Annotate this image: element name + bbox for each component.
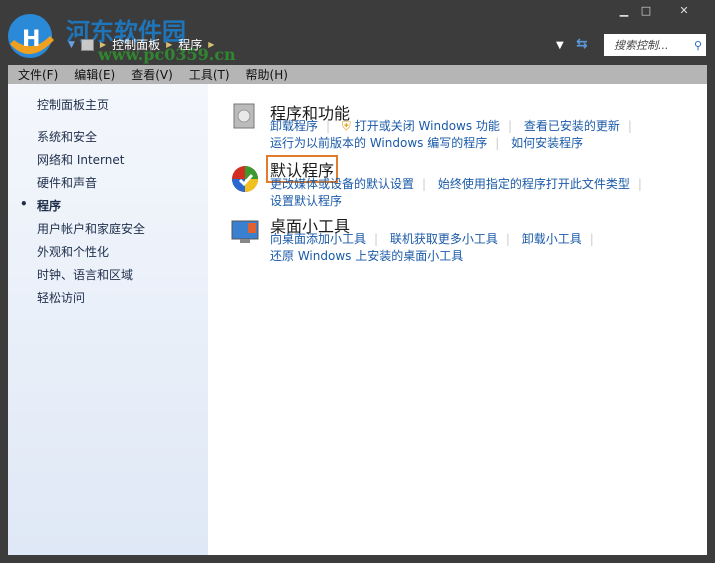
- sidebar-item-appearance[interactable]: 外观和个性化: [37, 243, 109, 260]
- recent-pages-icon[interactable]: ▼: [68, 40, 75, 50]
- link-installed-updates[interactable]: 查看已安装的更新: [524, 119, 620, 133]
- sidebar-item-hardware[interactable]: 硬件和声音: [37, 174, 97, 191]
- gadgets-icon: [231, 220, 259, 243]
- minimize-button[interactable]: ▁: [614, 4, 634, 17]
- menu-file[interactable]: 文件(F): [18, 66, 58, 83]
- main-content: 程序和功能 卸载程序 | ⛨ 打开或关闭 Windows 功能 | 查看已安装的更新…: [208, 84, 707, 555]
- programs-features-icon: [233, 103, 255, 129]
- sidebar-item-user-accounts[interactable]: 用户帐户和家庭安全: [37, 220, 145, 237]
- menu-bar: 文件(F) 编辑(E) 查看(V) 工具(T) 帮助(H): [8, 65, 707, 84]
- menu-edit[interactable]: 编辑(E): [74, 66, 115, 83]
- breadcrumb-programs[interactable]: 程序: [178, 36, 202, 53]
- menu-help[interactable]: 帮助(H): [246, 66, 288, 83]
- link-uninstall[interactable]: 卸载程序: [270, 119, 318, 133]
- menu-tools[interactable]: 工具(T): [189, 66, 230, 83]
- link-how-install[interactable]: 如何安装程序: [511, 136, 583, 150]
- menu-view[interactable]: 查看(V): [131, 66, 173, 83]
- link-get-more-gadgets[interactable]: 联机获取更多小工具: [390, 232, 498, 246]
- search-placeholder: 搜索控制...: [614, 39, 669, 52]
- sidebar-item-clock-region[interactable]: 时钟、语言和区域: [37, 266, 133, 283]
- chevron-right-icon[interactable]: ▶: [166, 40, 172, 49]
- link-uninstall-gadget[interactable]: 卸载小工具: [522, 232, 582, 246]
- chevron-right-icon[interactable]: ▶: [208, 40, 214, 49]
- breadcrumb: ▼ ▶ 控制面板 ▶ 程序 ▶: [68, 36, 214, 53]
- close-button[interactable]: ✕: [674, 4, 694, 17]
- default-programs-icon: [232, 166, 258, 192]
- link-compat[interactable]: 运行为以前版本的 Windows 编写的程序: [270, 136, 487, 150]
- sidebar-item-ease-of-access[interactable]: 轻松访问: [37, 289, 85, 306]
- link-restore-gadgets[interactable]: 还原 Windows 上安装的桌面小工具: [270, 249, 463, 263]
- address-dropdown-icon[interactable]: ▼: [556, 40, 564, 51]
- breadcrumb-control-panel[interactable]: 控制面板: [112, 36, 160, 53]
- link-media-defaults[interactable]: 更改媒体或设备的默认设置: [270, 177, 414, 191]
- sidebar-item-network[interactable]: 网络和 Internet: [37, 151, 124, 168]
- maximize-button[interactable]: □: [636, 4, 656, 17]
- search-input[interactable]: 搜索控制... ⚲: [604, 34, 706, 56]
- control-panel-icon: [80, 38, 94, 51]
- link-file-type[interactable]: 始终使用指定的程序打开此文件类型: [438, 177, 630, 191]
- sidebar-item-programs[interactable]: 程序: [37, 197, 61, 214]
- sidebar-item-system-security[interactable]: 系统和安全: [37, 128, 97, 145]
- shield-icon: ⛨: [341, 119, 351, 133]
- chevron-right-icon[interactable]: ▶: [100, 40, 106, 49]
- sidebar: 控制面板主页 系统和安全 网络和 Internet 硬件和声音 • 程序 用户帐…: [8, 84, 208, 555]
- sidebar-home[interactable]: 控制面板主页: [37, 96, 109, 113]
- link-add-gadgets[interactable]: 向桌面添加小工具: [270, 232, 366, 246]
- link-windows-features[interactable]: 打开或关闭 Windows 功能: [355, 119, 500, 133]
- current-indicator-icon: •: [20, 197, 28, 211]
- svg-text:H: H: [22, 27, 40, 52]
- link-set-defaults[interactable]: 设置默认程序: [270, 194, 342, 208]
- search-icon[interactable]: ⚲: [694, 39, 702, 52]
- refresh-icon[interactable]: ⇆: [576, 36, 588, 52]
- logo-icon: H: [8, 14, 54, 58]
